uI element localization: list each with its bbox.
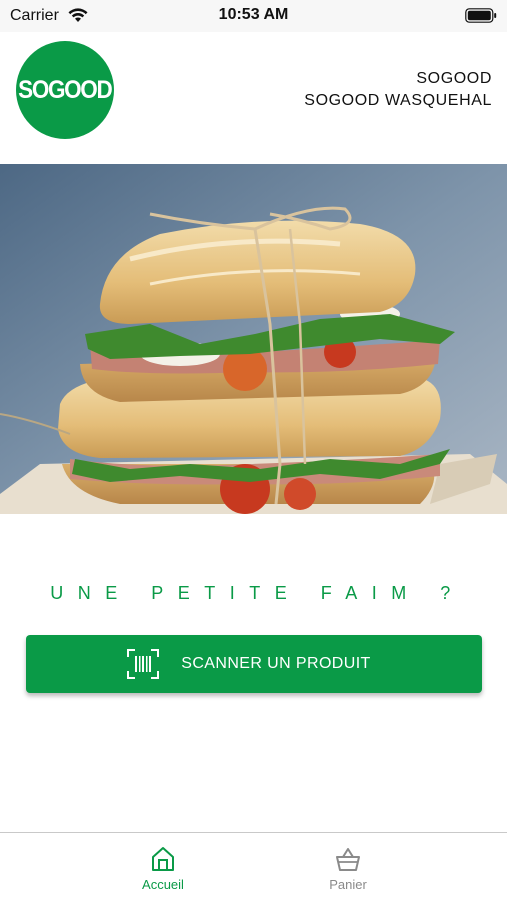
scan-button-label: SCANNER UN PRODUIT	[181, 655, 371, 672]
scan-product-button[interactable]: SCANNER UN PRODUIT	[26, 635, 482, 693]
store-brand: SOGOOD	[416, 70, 492, 87]
tagline: UNE PETITE FAIM ?	[50, 583, 465, 603]
tab-panier[interactable]: Panier	[258, 833, 438, 900]
logo-text: SOGOOD	[18, 75, 113, 104]
store-name: SOGOOD WASQUEHAL	[304, 92, 492, 109]
tab-bar: Accueil Panier	[0, 832, 507, 900]
clock: 10:53 AM	[218, 6, 289, 23]
status-bar: Carrier 10:53 AM	[0, 0, 507, 32]
basket-icon	[336, 848, 360, 871]
store-info: SOGOOD SOGOOD WASQUEHAL	[304, 68, 492, 112]
hero-image	[0, 164, 507, 514]
brand-logo: SOGOOD	[16, 41, 114, 139]
tab-accueil-label: Accueil	[142, 877, 184, 892]
tab-panier-label: Panier	[329, 877, 367, 892]
sandwich-photo	[0, 164, 507, 514]
battery-icon	[465, 8, 497, 23]
header: SOGOOD SOGOOD SOGOOD WASQUEHAL	[0, 32, 507, 164]
home-icon	[152, 847, 174, 871]
tab-accueil[interactable]: Accueil	[73, 833, 253, 900]
barcode-scan-icon	[127, 649, 160, 679]
